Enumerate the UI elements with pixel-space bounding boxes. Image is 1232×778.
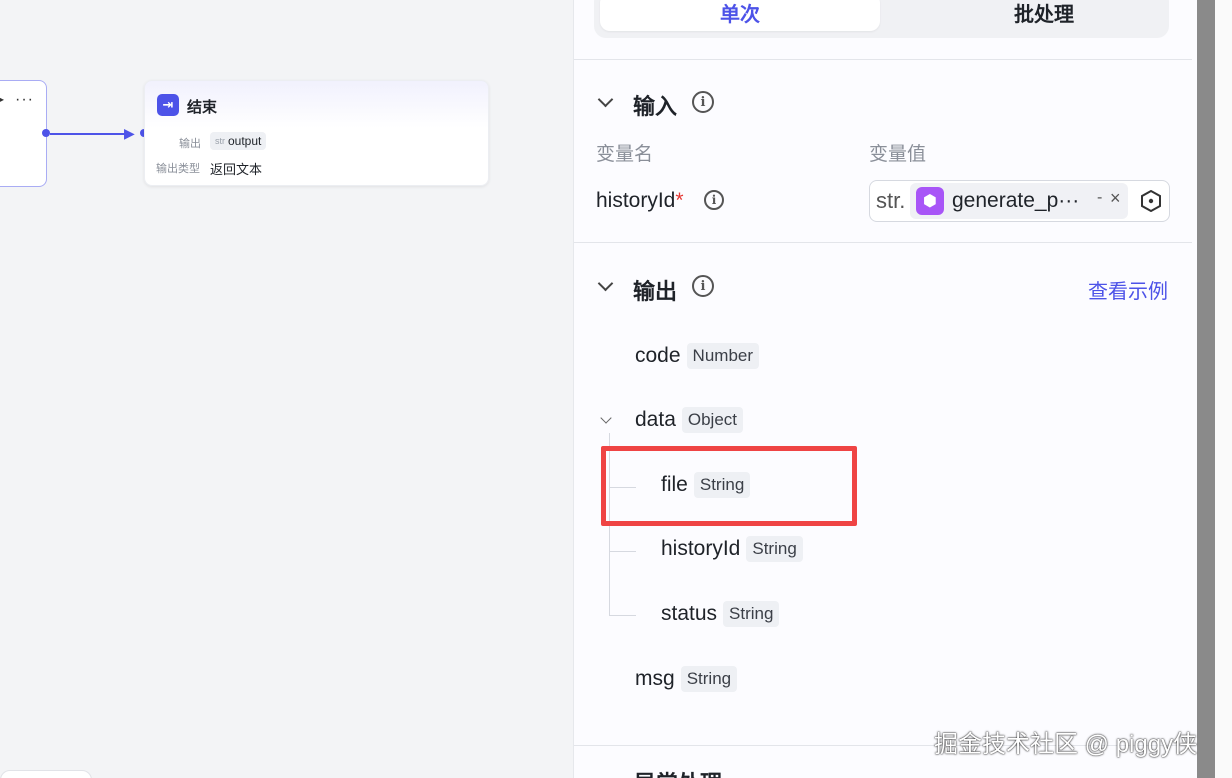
edge-arrow-icon: ▶: [124, 125, 135, 141]
output-port[interactable]: [42, 129, 50, 137]
test-run-panel: 单次 批处理 输入 i 变量名 变量值 historyId* i str. ⬢ …: [573, 0, 1197, 778]
input-section-title: 输入: [633, 94, 678, 119]
input-collapse-toggle[interactable]: [597, 91, 614, 108]
field-name: historyId: [661, 537, 741, 560]
workflow-canvas[interactable]: ▸ ··· ▶ ⇥ 结束 输出 str output 输出类型 返回文本: [0, 0, 573, 778]
divider: [574, 242, 1192, 243]
output-field-code: code Number: [635, 343, 760, 369]
end-node[interactable]: ⇥ 结束 输出 str output 输出类型 返回文本: [144, 80, 489, 186]
annotation-highlight-box: [601, 446, 857, 526]
info-icon[interactable]: i: [692, 91, 714, 113]
output-label: 输出: [179, 138, 201, 150]
field-name: code: [635, 344, 681, 367]
scrollbar[interactable]: [1197, 0, 1215, 778]
close-icon[interactable]: ×: [1110, 188, 1121, 209]
field-type-badge: String: [723, 601, 780, 627]
view-example-link[interactable]: 查看示例: [1088, 275, 1168, 304]
field-name: data: [635, 408, 676, 431]
output-field-status: status String: [661, 601, 780, 627]
reference-name: generate_p···: [952, 189, 1080, 212]
output-field-msg: msg String: [635, 666, 738, 692]
output-kind-label: 输出类型: [156, 163, 200, 175]
canvas-toolbar[interactable]: [0, 770, 92, 778]
chevron-down-icon: [600, 412, 612, 424]
variable-reference-chip[interactable]: ⬢ generate_p··· - ×: [910, 183, 1128, 219]
more-icon[interactable]: ···: [15, 91, 34, 109]
output-var-name: output: [228, 134, 262, 148]
field-type-badge: String: [680, 666, 738, 692]
field-name: status: [661, 602, 718, 625]
output-field-data: data Object: [635, 407, 744, 433]
col-var-value: 变量值: [869, 144, 927, 165]
historyid-value-input[interactable]: str. ⬢ generate_p··· - ×: [869, 180, 1170, 222]
divider: [574, 59, 1192, 60]
tree-branch: [610, 551, 636, 552]
arrow-stub-icon: ▸: [0, 92, 5, 106]
col-var-name: 变量名: [596, 144, 654, 165]
info-icon[interactable]: i: [692, 275, 714, 297]
plugin-cube-icon: ⬢: [916, 187, 944, 215]
param-name: historyId: [596, 189, 676, 212]
type-str-label: str.: [876, 188, 906, 213]
tab-batch[interactable]: 批处理: [904, 0, 1184, 31]
output-collapse-toggle[interactable]: [597, 275, 614, 292]
connection-edge[interactable]: [50, 133, 130, 135]
info-icon[interactable]: i: [704, 190, 724, 210]
variable-picker-icon[interactable]: [1140, 190, 1162, 212]
window-edge: [1215, 0, 1232, 778]
watermark: 掘金技术社区 @ piggy侠: [934, 731, 1198, 758]
chevron-down-icon: [597, 91, 614, 108]
param-historyid-label: historyId*: [596, 189, 684, 213]
run-mode-tabs: 单次 批处理: [594, 0, 1169, 38]
end-node-icon: ⇥: [157, 94, 179, 116]
reference-suffix: -: [1097, 189, 1103, 206]
output-kind-value: 返回文本: [210, 162, 263, 177]
data-collapse-toggle[interactable]: [600, 412, 612, 424]
required-mark: *: [675, 189, 684, 212]
field-name: msg: [635, 667, 675, 690]
field-type-badge: String: [746, 536, 803, 562]
tree-branch: [610, 615, 636, 616]
previous-node[interactable]: ▸ ···: [0, 80, 47, 187]
output-field-historyid: historyId String: [661, 536, 803, 562]
field-type-badge: Number: [686, 343, 760, 369]
output-section-title: 输出: [633, 279, 678, 304]
tab-single[interactable]: 单次: [600, 0, 880, 31]
field-type-badge: Object: [681, 407, 744, 433]
output-var-chip: str output: [210, 132, 267, 150]
exception-section-title: 异常处理: [634, 766, 722, 778]
output-var-type: str: [215, 136, 225, 146]
end-node-title: 结束: [187, 99, 218, 116]
chevron-down-icon: [597, 275, 614, 292]
